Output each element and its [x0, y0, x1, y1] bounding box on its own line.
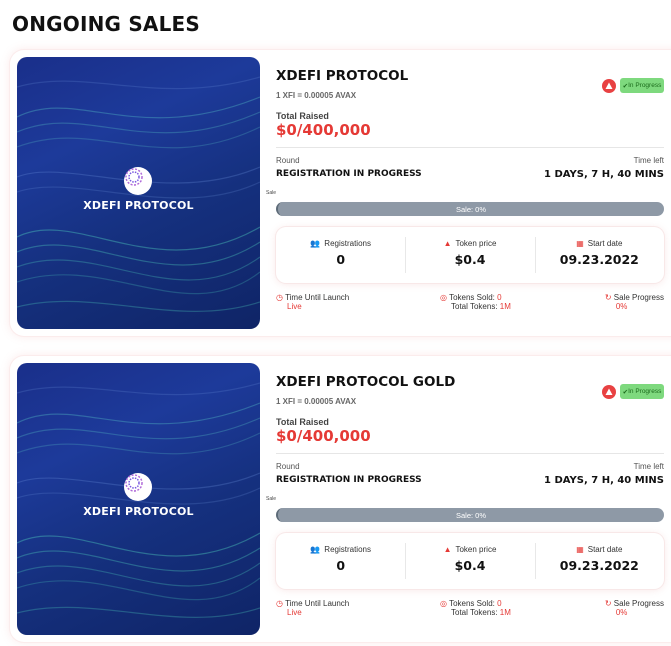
total-tokens-value: 1M	[499, 302, 511, 311]
sale-info: XDEFI PROTOCOL 1 XFI = 0.00005 AVAX Tota…	[266, 50, 664, 336]
stat-start-date: ▦ Start date 09.23.2022	[534, 227, 664, 283]
stat-start-date: ▦ Start date 09.23.2022	[534, 533, 664, 589]
total-tokens-label: Total Tokens:	[451, 302, 498, 311]
round-label: Round	[276, 462, 300, 471]
sale-marker-label: Sale	[266, 190, 277, 196]
page-title: ONGOING SALES	[12, 12, 201, 36]
stat-token-price: ▲ Token price $0.4	[405, 227, 534, 283]
coin-icon: ◎	[440, 293, 447, 302]
launch-value: Live	[287, 302, 302, 311]
stat-label: Registrations	[324, 545, 371, 554]
stats-panel: 👥 Registrations 0 ▲ Token price $0.4 ▦ Star…	[276, 227, 664, 283]
total-raised-value: $0/400,000	[276, 427, 371, 445]
stat-registrations: 👥 Registrations 0	[276, 533, 405, 589]
sale-card[interactable]: XDEFI PROTOCOL XDEFI PROTOCOL GOLD 1 XFI…	[10, 356, 671, 642]
coin-icon: ◎	[440, 599, 447, 608]
sale-card[interactable]: XDEFI PROTOCOL XDEFI PROTOCOL 1 XFI = 0.…	[10, 50, 671, 336]
project-banner[interactable]: XDEFI PROTOCOL	[17, 57, 260, 329]
total-raised-label: Total Raised	[276, 417, 329, 427]
tokens-sold-label: Tokens Sold:	[449, 293, 495, 302]
tokens-sold-value: 0	[497, 293, 502, 302]
time-left-value: 1 DAYS, 7 H, 40 MINS	[544, 475, 664, 486]
divider	[276, 147, 664, 148]
refresh-icon: ↻	[604, 599, 612, 608]
banner-title: XDEFI PROTOCOL	[83, 199, 194, 212]
tokens-sold-value: 0	[497, 599, 502, 608]
stat-label: Start date	[587, 545, 623, 554]
project-name[interactable]: XDEFI PROTOCOL	[276, 68, 408, 84]
sale-progress-summary: ↻ Sale Progress 0%	[605, 293, 664, 311]
tokens-info: ◎ Tokens Sold: 0 Total Tokens: 1M	[440, 293, 511, 311]
sale-marker-label: Sale	[266, 496, 277, 502]
sale-info: XDEFI PROTOCOL GOLD 1 XFI = 0.00005 AVAX…	[266, 356, 664, 642]
stat-value: $0.4	[454, 558, 486, 573]
clock-icon: ◷	[276, 599, 283, 608]
launch-value: Live	[287, 608, 302, 617]
divider	[276, 453, 664, 454]
stat-label: Token price	[455, 239, 497, 248]
status-badge-label: In Progress	[628, 82, 662, 89]
xdefi-logo-icon	[124, 167, 152, 195]
refresh-icon: ↻	[604, 293, 612, 302]
tag-icon: ▲	[443, 239, 452, 248]
sale-progress-text: Sale: 0%	[455, 510, 487, 520]
tokens-sold-label: Tokens Sold:	[449, 599, 495, 608]
tag-icon: ▲	[443, 545, 452, 554]
sale-progress-bar: Sale: 0%	[276, 202, 664, 216]
xdefi-logo-icon	[124, 473, 152, 501]
round-label: Round	[276, 156, 300, 165]
round-value: REGISTRATION IN PROGRESS	[276, 475, 422, 485]
stat-label: Registrations	[324, 239, 371, 248]
sale-progress-label: Sale Progress	[613, 599, 664, 608]
stat-value: $0.4	[454, 252, 486, 267]
stat-value: 0	[336, 558, 346, 573]
stat-value: 09.23.2022	[559, 252, 639, 267]
stat-value: 0	[336, 252, 346, 267]
exchange-rate: 1 XFI = 0.00005 AVAX	[276, 91, 357, 100]
clock-icon: ◷	[276, 293, 283, 302]
avax-icon	[602, 79, 616, 93]
exchange-rate: 1 XFI = 0.00005 AVAX	[276, 397, 357, 406]
total-raised-label: Total Raised	[276, 111, 329, 121]
stat-label: Token price	[455, 545, 497, 554]
round-value: REGISTRATION IN PROGRESS	[276, 169, 422, 179]
stats-panel: 👥 Registrations 0 ▲ Token price $0.4 ▦ Star…	[276, 533, 664, 589]
stat-label: Start date	[587, 239, 623, 248]
time-until-launch: ◷ Time Until Launch Live	[276, 293, 349, 311]
project-name[interactable]: XDEFI PROTOCOL GOLD	[276, 374, 455, 390]
total-tokens-value: 1M	[499, 608, 511, 617]
stat-token-price: ▲ Token price $0.4	[405, 533, 534, 589]
total-tokens-label: Total Tokens:	[451, 608, 498, 617]
sale-progress-value: 0%	[615, 608, 628, 617]
users-icon: 👥	[310, 239, 321, 248]
status-badge: ✔ In Progress	[620, 78, 664, 93]
sale-progress-bar: Sale: 0%	[276, 508, 664, 522]
launch-label: Time Until Launch	[285, 293, 350, 302]
sale-progress-summary: ↻ Sale Progress 0%	[605, 599, 664, 617]
time-until-launch: ◷ Time Until Launch Live	[276, 599, 349, 617]
time-left-label: Time left	[633, 462, 664, 471]
sale-progress-value: 0%	[615, 302, 628, 311]
time-left-value: 1 DAYS, 7 H, 40 MINS	[544, 169, 664, 180]
total-raised-value: $0/400,000	[276, 121, 371, 139]
stat-registrations: 👥 Registrations 0	[276, 227, 405, 283]
calendar-icon: ▦	[576, 239, 584, 248]
project-banner[interactable]: XDEFI PROTOCOL	[17, 363, 260, 635]
launch-label: Time Until Launch	[285, 599, 350, 608]
status-badge: ✔ In Progress	[620, 384, 664, 399]
sale-progress-text: Sale: 0%	[455, 204, 487, 214]
tokens-info: ◎ Tokens Sold: 0 Total Tokens: 1M	[440, 599, 511, 617]
stat-value: 09.23.2022	[559, 558, 639, 573]
sale-progress-label: Sale Progress	[613, 293, 664, 302]
avax-icon	[602, 385, 616, 399]
status-badge-label: In Progress	[628, 388, 662, 395]
time-left-label: Time left	[633, 156, 664, 165]
banner-title: XDEFI PROTOCOL	[83, 505, 194, 518]
users-icon: 👥	[310, 545, 321, 554]
calendar-icon: ▦	[576, 545, 584, 554]
